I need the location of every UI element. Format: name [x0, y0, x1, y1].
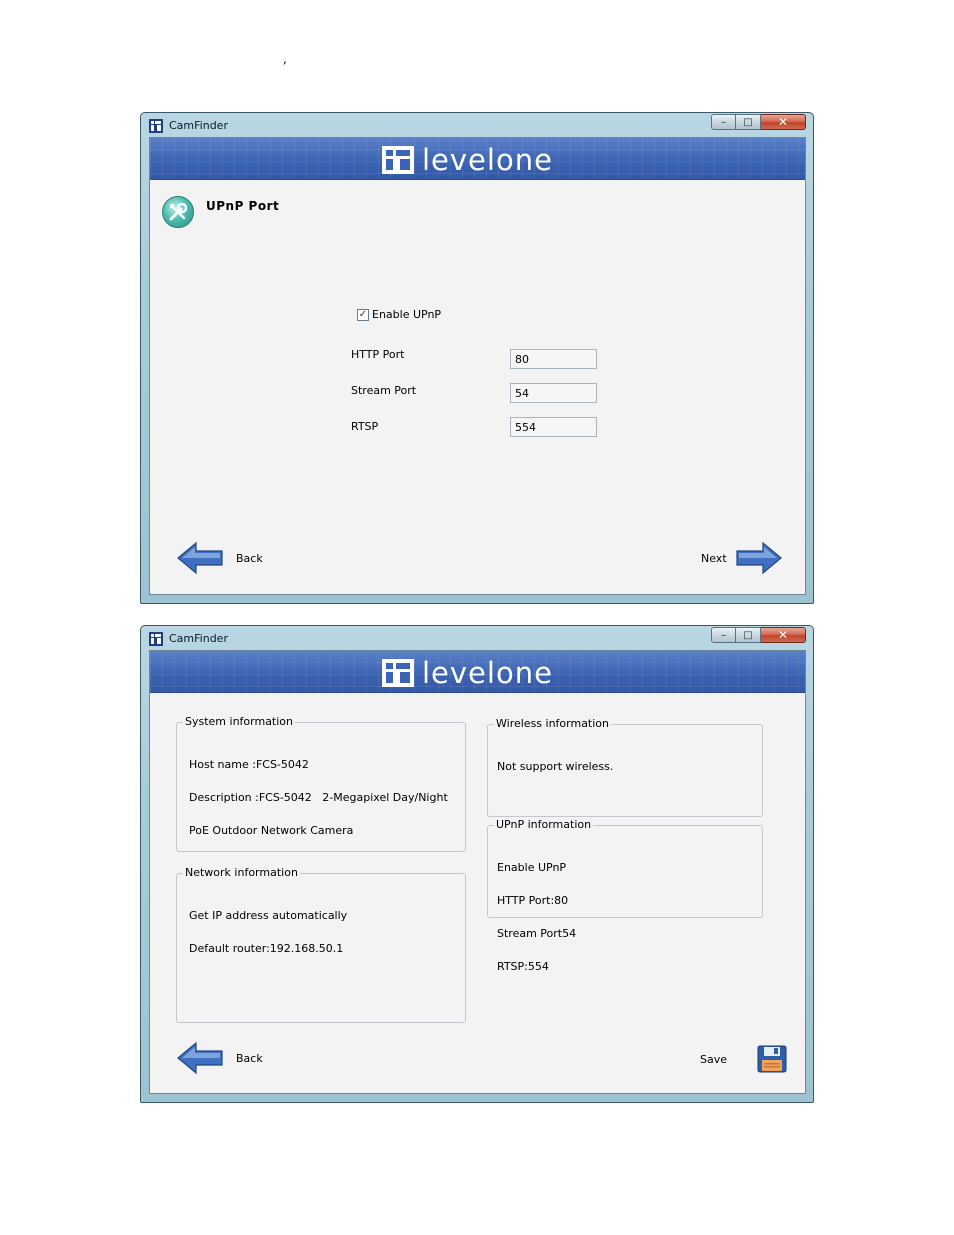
system-information-legend: System information [183, 715, 296, 729]
wireless-information-group: Wireless information Not support wireles… [487, 717, 763, 817]
info-line: Get IP address automatically [189, 909, 348, 922]
next-arrow-icon [736, 541, 782, 575]
maximize-button[interactable]: □ [736, 627, 761, 643]
levelone-logo: levelone [382, 145, 553, 175]
stream-port-label: Stream Port [351, 384, 417, 397]
back-arrow-icon [177, 1041, 223, 1075]
minimize-button[interactable]: – [711, 627, 736, 643]
levelone-logo-mark [382, 659, 414, 687]
enable-upnp-label: Enable UPnP [372, 308, 442, 321]
info-line: Description :FCS-5042 2-Megapixel Day/Ni… [189, 791, 448, 804]
close-button[interactable]: ✕ [761, 114, 806, 130]
info-line: Not support wireless. [497, 760, 614, 773]
info-line: Enable UPnP [497, 861, 567, 874]
rtsp-label: RTSP [351, 420, 379, 433]
system-information-group: System information Host name :FCS-5042 D… [176, 715, 466, 852]
title-bar[interactable]: CamFinder – □ ✕ [141, 113, 813, 137]
info-line: Stream Port54 [497, 927, 577, 940]
brand-name: levelone [422, 655, 553, 690]
http-port-input[interactable] [510, 349, 597, 369]
network-information-group: Network information Get IP address autom… [176, 866, 466, 1023]
camfinder-window-upnp: CamFinder – □ ✕ levelone UPnP Port ✓ Ena… [140, 112, 814, 604]
back-button[interactable]: Back [176, 1041, 263, 1075]
save-button[interactable]: Save [700, 1045, 787, 1073]
wireless-information-text: Not support wireless. [497, 739, 613, 794]
title-bar[interactable]: CamFinder – □ ✕ [141, 626, 813, 650]
rtsp-input[interactable] [510, 417, 597, 437]
levelone-app-icon [149, 632, 163, 646]
client-area: levelone UPnP Port ✓ Enable UPnP HTTP Po… [149, 137, 806, 595]
stream-port-input[interactable] [510, 383, 597, 403]
network-information-text: Get IP address automatically Default rou… [189, 888, 347, 976]
wireless-information-legend: Wireless information [494, 717, 612, 731]
window-title: CamFinder [169, 119, 228, 132]
page-title: UPnP Port [206, 199, 280, 213]
window-controls: – □ ✕ [711, 627, 806, 643]
back-button[interactable]: Back [176, 541, 263, 575]
minimize-button[interactable]: – [711, 114, 736, 130]
stray-mark: , [283, 52, 287, 66]
enable-upnp-checkbox-row[interactable]: ✓ Enable UPnP [357, 308, 441, 321]
save-label: Save [700, 1052, 728, 1066]
back-label: Back [236, 1051, 263, 1065]
tools-icon [162, 196, 194, 228]
network-information-legend: Network information [183, 866, 300, 880]
close-button[interactable]: ✕ [761, 627, 806, 643]
brand-banner: levelone [150, 651, 805, 693]
window-controls: – □ ✕ [711, 114, 806, 130]
http-port-label: HTTP Port [351, 348, 405, 361]
next-label: Next [701, 551, 727, 565]
levelone-logo-mark [382, 146, 414, 174]
upnp-information-group: UPnP information Enable UPnP HTTP Port:8… [487, 818, 763, 972]
info-line: HTTP Port:80 [497, 894, 569, 907]
system-information-text: Host name :FCS-5042 Description :FCS-504… [189, 737, 448, 858]
info-line: PoE Outdoor Network Camera [189, 824, 354, 837]
back-arrow-icon [177, 541, 223, 575]
info-line: Host name :FCS-5042 [189, 758, 309, 771]
info-line: RTSP:554 [497, 960, 549, 973]
levelone-logo: levelone [382, 658, 553, 688]
brand-name: levelone [422, 142, 553, 177]
back-label: Back [236, 551, 263, 565]
maximize-button[interactable]: □ [736, 114, 761, 130]
levelone-app-icon [149, 119, 163, 133]
brand-banner: levelone [150, 138, 805, 180]
client-area: levelone System information Host name :F… [149, 650, 806, 1094]
upnp-information-text: Enable UPnP HTTP Port:80 Stream Port54 R… [497, 840, 576, 994]
upnp-information-legend: UPnP information [494, 818, 594, 832]
window-title: CamFinder [169, 632, 228, 645]
enable-upnp-checkbox[interactable]: ✓ [357, 308, 369, 321]
floppy-disk-icon [757, 1045, 787, 1073]
info-line: Default router:192.168.50.1 [189, 942, 344, 955]
next-button[interactable]: Next [701, 541, 783, 575]
camfinder-window-summary: CamFinder – □ ✕ levelone System informat… [140, 625, 814, 1103]
